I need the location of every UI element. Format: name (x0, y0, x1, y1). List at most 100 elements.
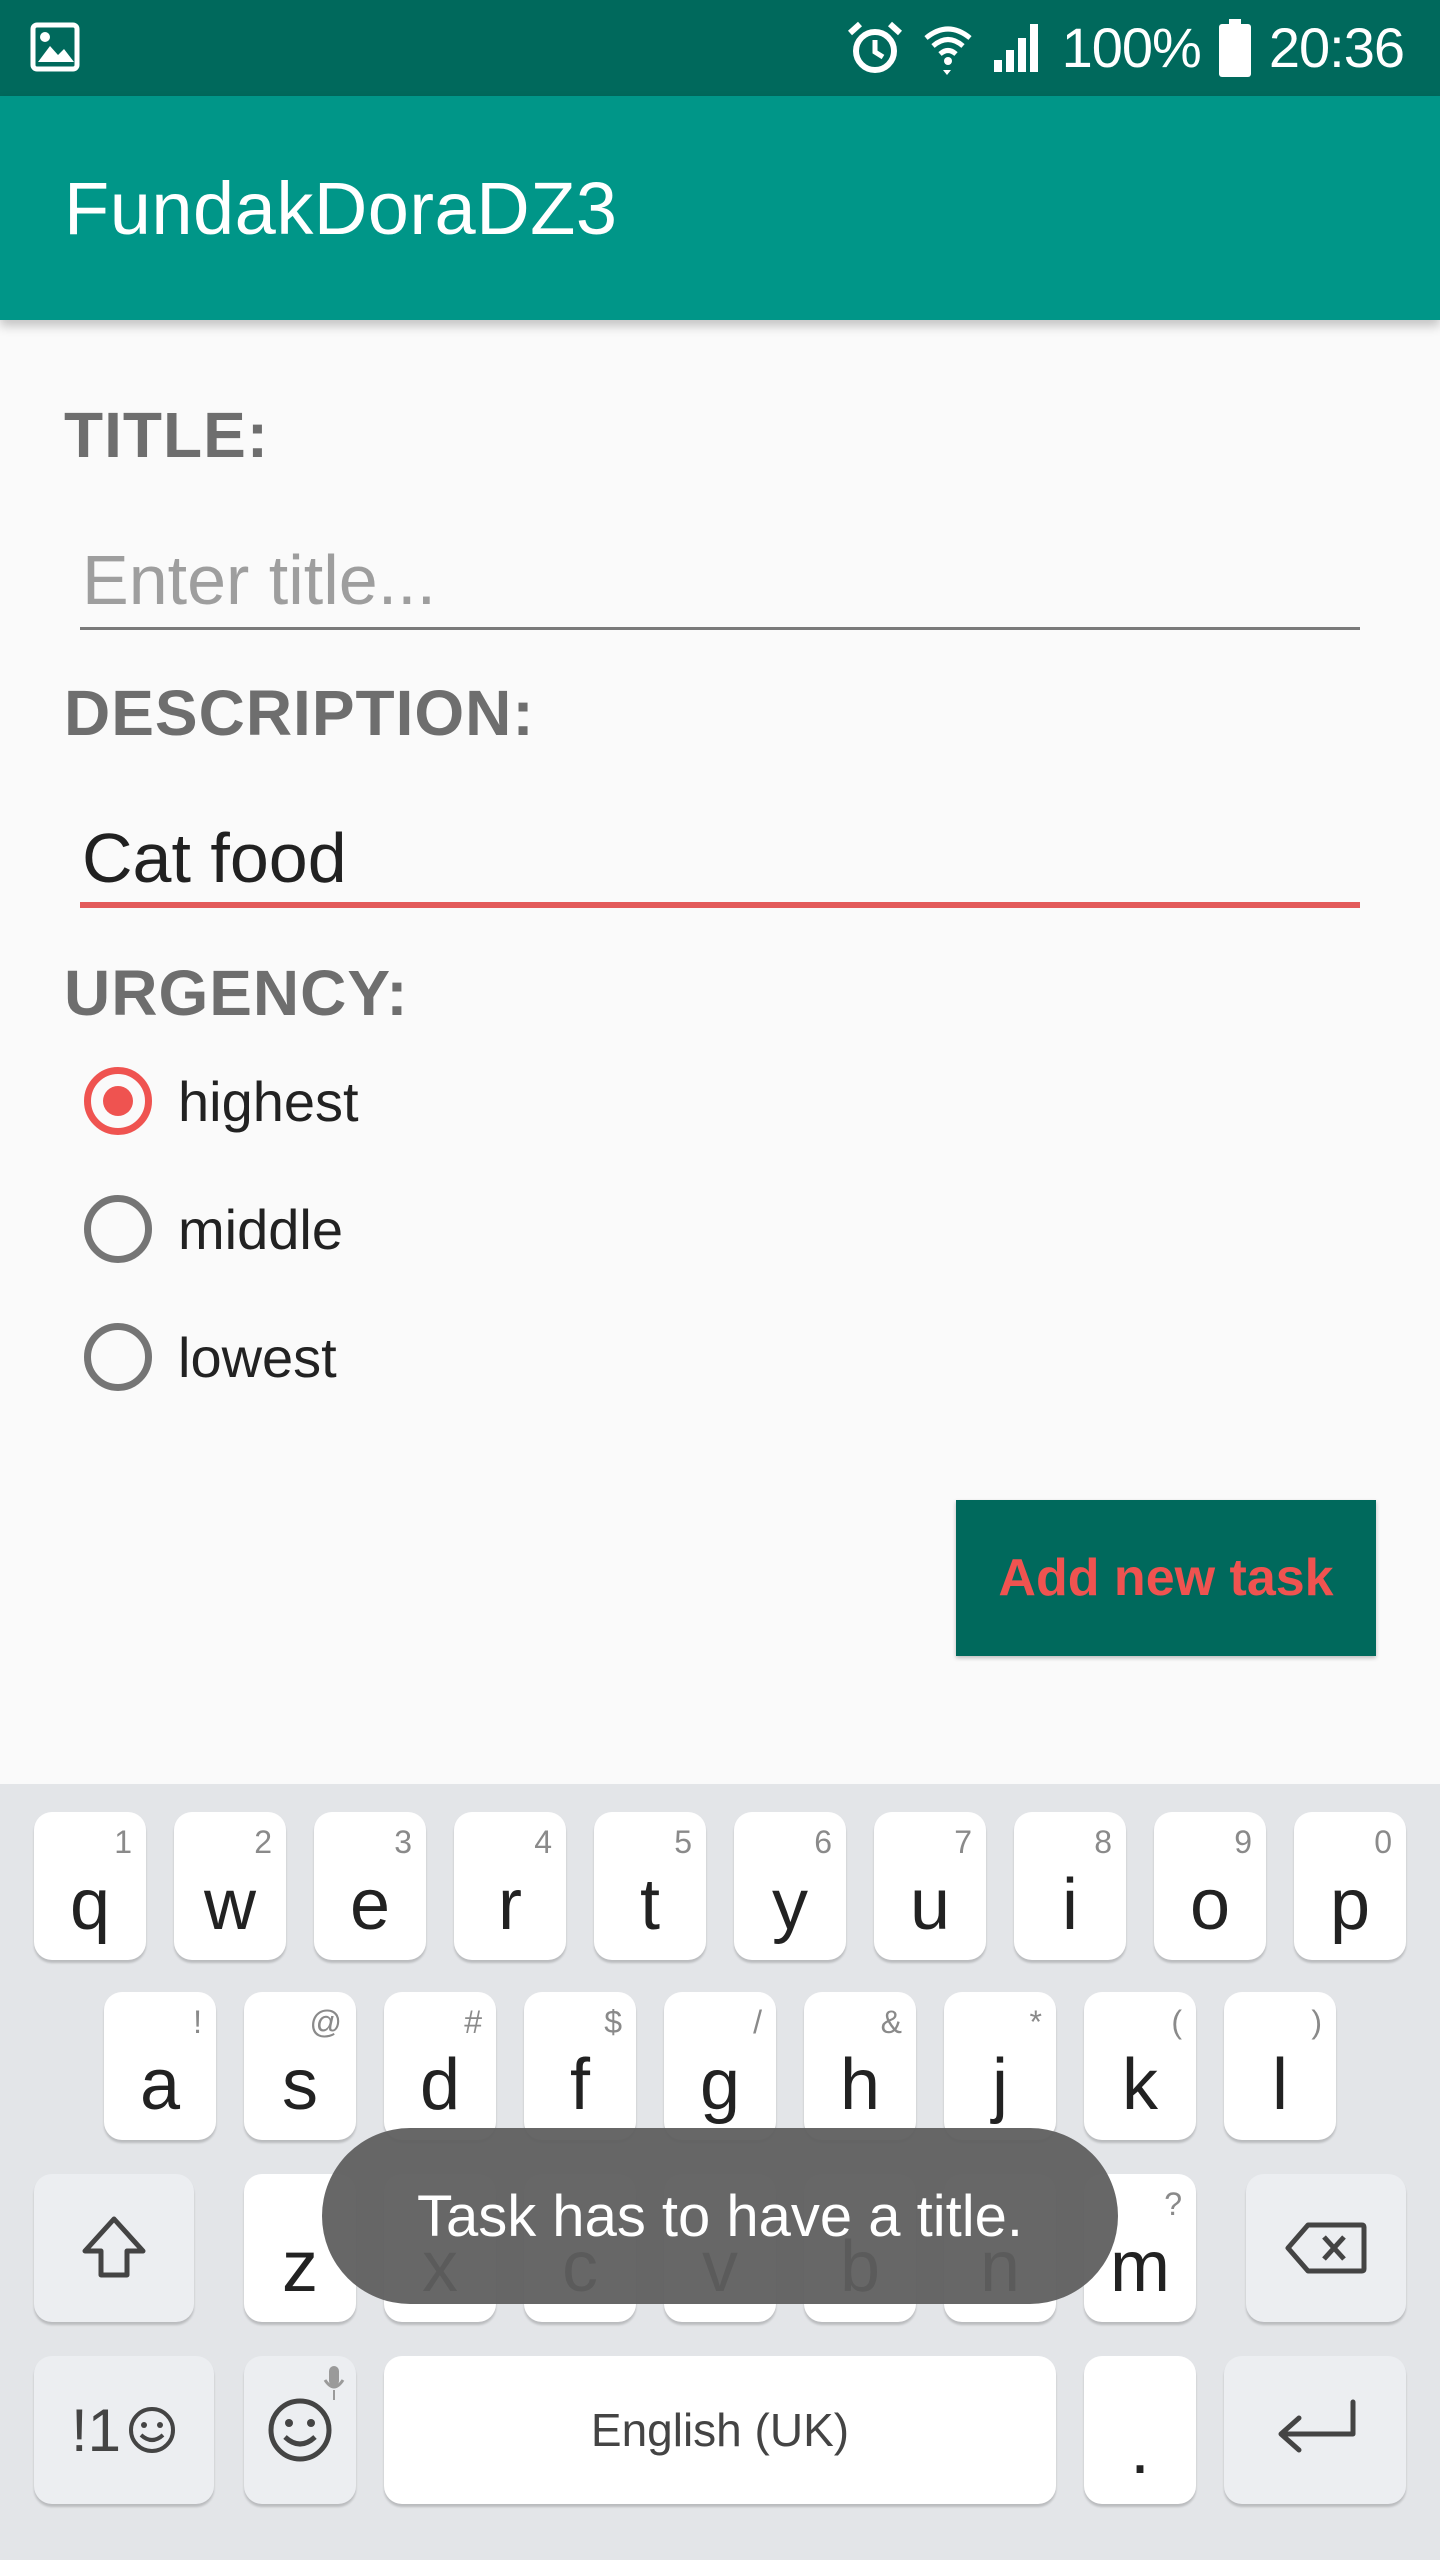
urgency-label: URGENCY: (64, 957, 409, 1029)
symbols-key-label: !1 (70, 2396, 122, 2464)
key-hint: 5 (674, 1824, 692, 1860)
description-input[interactable]: Cat food (80, 808, 1360, 908)
enter-key[interactable] (1224, 2356, 1406, 2504)
key-hint: 8 (1094, 1824, 1112, 1860)
key-hint: ( (1171, 2004, 1182, 2040)
wifi-icon (924, 26, 972, 75)
key-hint: ) (1311, 2004, 1322, 2040)
space-bar-label: English (UK) (590, 2404, 850, 2456)
key-label: s (282, 2045, 318, 2125)
app-title: FundakDoraDZ3 (64, 167, 618, 250)
radio-highest[interactable]: highest (84, 1056, 584, 1146)
toast-message: Task has to have a title. (322, 2128, 1118, 2304)
key-o[interactable]: o9 (1154, 1812, 1266, 1960)
shift-key[interactable] (34, 2174, 194, 2322)
smiley-small-icon (129, 2407, 176, 2453)
key-label: u (909, 1865, 951, 1945)
key-h[interactable]: h & (804, 1992, 916, 2140)
backspace-key[interactable] (1246, 2174, 1406, 2322)
key-label: w (204, 1865, 256, 1945)
status-bar: 100% 20:36 (0, 0, 1440, 96)
key-t[interactable]: t5 (594, 1812, 706, 1960)
key-hint: / (753, 2004, 762, 2040)
key-hint: 7 (954, 1824, 972, 1860)
key-hint: & (880, 2004, 902, 2040)
key-label: t (639, 1865, 660, 1945)
description-label: DESCRIPTION: (64, 677, 535, 749)
title-placeholder: Enter title... (82, 541, 437, 619)
key-hint: 1 (114, 1824, 132, 1860)
status-icons: 100% 20:36 (846, 0, 1405, 96)
key-y[interactable]: y6 (734, 1812, 846, 1960)
radio-label-highest: highest (178, 1069, 359, 1133)
key-j[interactable]: j * (944, 1992, 1056, 2140)
key-hint: ? (1164, 2186, 1182, 2222)
description-value: Cat food (82, 819, 347, 897)
symbols-key[interactable]: !1 (34, 2356, 214, 2504)
alarm-icon (847, 21, 902, 73)
key-hint: ! (193, 2004, 202, 2040)
key-p[interactable]: p0 (1294, 1812, 1406, 1960)
radio-middle[interactable]: middle (84, 1184, 584, 1274)
space-bar[interactable]: English (UK) (384, 2356, 1056, 2504)
clock-time: 20:36 (1268, 16, 1405, 79)
key-r[interactable]: r4 (454, 1812, 566, 1960)
radio-label-middle: middle (178, 1197, 343, 1261)
key-hint: @ (309, 2004, 342, 2040)
emoji-key[interactable] (244, 2356, 356, 2504)
battery-icon (1218, 19, 1251, 77)
key-label: i (1062, 1865, 1078, 1945)
key-label: p (1329, 1865, 1371, 1945)
key-label: l (1272, 2045, 1288, 2125)
key-label: a (139, 2045, 181, 2125)
key-d[interactable]: d # (384, 1992, 496, 2140)
description-underline (80, 902, 1360, 908)
key-hint: # (464, 2004, 482, 2040)
shift-icon (82, 2216, 146, 2278)
key-label: q (69, 1865, 111, 1945)
app-bar: FundakDoraDZ3 (0, 96, 1440, 320)
key-label: g (699, 2045, 741, 2125)
key-i[interactable]: i8 (1014, 1812, 1126, 1960)
key-label: e (349, 1865, 391, 1945)
title-input[interactable]: Enter title... (80, 530, 1360, 630)
key-label: o (1189, 1865, 1231, 1945)
key-f[interactable]: f $ (524, 1992, 636, 2140)
key-label: r (498, 1865, 522, 1945)
add-new-task-button[interactable]: Add new task (956, 1500, 1376, 1656)
battery-percent: 100% (1061, 16, 1202, 79)
period-key[interactable]: . (1084, 2356, 1196, 2504)
key-l[interactable]: l) (1224, 1992, 1336, 2140)
key-hint: $ (604, 2004, 622, 2040)
key-a[interactable]: a! (104, 1992, 216, 2140)
key-k[interactable]: k( (1084, 1992, 1196, 2140)
key-hint: 4 (534, 1824, 552, 1860)
radio-lowest[interactable]: lowest (84, 1312, 584, 1402)
radio-label-lowest: lowest (178, 1325, 337, 1389)
key-hint: 3 (394, 1824, 412, 1860)
key-label: f (569, 2045, 590, 2125)
gallery-notification-icon (30, 22, 80, 72)
key-label: h (839, 2045, 881, 2125)
key-label: j (992, 2045, 1008, 2125)
key-e[interactable]: e3 (314, 1812, 426, 1960)
key-w[interactable]: w2 (174, 1812, 286, 1960)
key-label: d (419, 2045, 461, 2125)
microphone-icon (323, 2366, 345, 2400)
radio-circle-checked (84, 1067, 152, 1135)
key-s[interactable]: s @ (244, 1992, 356, 2140)
key-hint: 0 (1374, 1824, 1392, 1860)
key-hint: 9 (1234, 1824, 1252, 1860)
key-hint: * (1029, 2004, 1042, 2040)
radio-circle (84, 1323, 152, 1391)
radio-circle (84, 1195, 152, 1263)
key-hint: 6 (814, 1824, 832, 1860)
key-u[interactable]: u7 (874, 1812, 986, 1960)
signal-icon (993, 24, 1038, 72)
key-q[interactable]: q1 (34, 1812, 146, 1960)
title-underline (80, 627, 1360, 630)
key-hint: 2 (254, 1824, 272, 1860)
key-label: k (1122, 2045, 1158, 2125)
period-key-label: . (1129, 2409, 1150, 2489)
key-g[interactable]: g / (664, 1992, 776, 2140)
